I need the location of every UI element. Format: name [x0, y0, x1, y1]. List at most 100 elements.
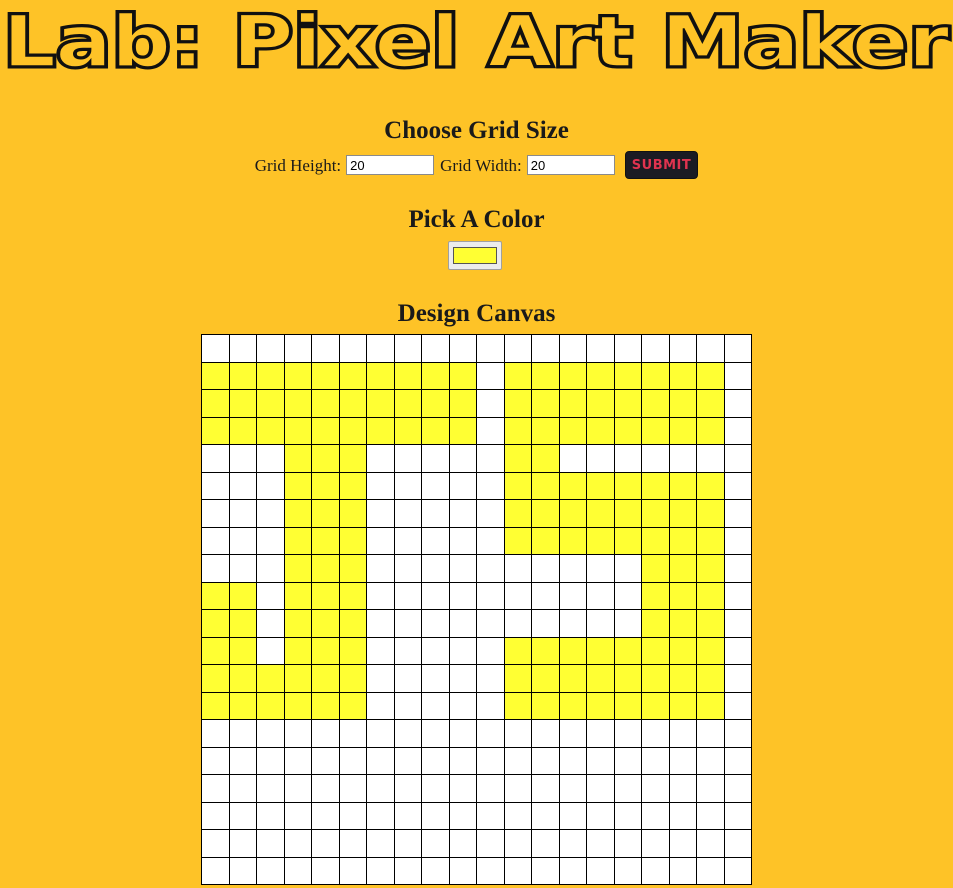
- canvas-cell[interactable]: [558, 526, 587, 555]
- canvas-cell[interactable]: [503, 361, 532, 390]
- canvas-cell[interactable]: [256, 774, 285, 803]
- canvas-cell[interactable]: [366, 334, 395, 363]
- canvas-cell[interactable]: [613, 526, 642, 555]
- canvas-cell[interactable]: [201, 801, 230, 830]
- canvas-cell[interactable]: [586, 416, 615, 445]
- canvas-cell[interactable]: [311, 581, 340, 610]
- canvas-cell[interactable]: [201, 581, 230, 610]
- canvas-cell[interactable]: [723, 499, 752, 528]
- canvas-cell[interactable]: [393, 774, 422, 803]
- canvas-cell[interactable]: [531, 719, 560, 748]
- canvas-cell[interactable]: [696, 389, 725, 418]
- canvas-cell[interactable]: [503, 856, 532, 885]
- canvas-cell[interactable]: [421, 444, 450, 473]
- canvas-cell[interactable]: [228, 389, 257, 418]
- canvas-cell[interactable]: [641, 774, 670, 803]
- canvas-cell[interactable]: [476, 746, 505, 775]
- canvas-cell[interactable]: [393, 636, 422, 665]
- canvas-cell[interactable]: [586, 554, 615, 583]
- canvas-cell[interactable]: [283, 444, 312, 473]
- canvas-cell[interactable]: [558, 361, 587, 390]
- canvas-cell[interactable]: [228, 746, 257, 775]
- canvas-cell[interactable]: [723, 609, 752, 638]
- canvas-cell[interactable]: [393, 361, 422, 390]
- canvas-cell[interactable]: [448, 499, 477, 528]
- canvas-cell[interactable]: [696, 334, 725, 363]
- canvas-cell[interactable]: [586, 609, 615, 638]
- canvas-cell[interactable]: [283, 526, 312, 555]
- canvas-cell[interactable]: [586, 361, 615, 390]
- canvas-cell[interactable]: [586, 636, 615, 665]
- canvas-cell[interactable]: [366, 389, 395, 418]
- canvas-cell[interactable]: [311, 416, 340, 445]
- canvas-cell[interactable]: [256, 526, 285, 555]
- canvas-cell[interactable]: [228, 554, 257, 583]
- canvas-cell[interactable]: [531, 746, 560, 775]
- canvas-cell[interactable]: [448, 746, 477, 775]
- canvas-cell[interactable]: [421, 499, 450, 528]
- canvas-cell[interactable]: [613, 499, 642, 528]
- canvas-cell[interactable]: [448, 581, 477, 610]
- canvas-cell[interactable]: [696, 499, 725, 528]
- canvas-cell[interactable]: [668, 636, 697, 665]
- canvas-cell[interactable]: [393, 746, 422, 775]
- canvas-cell[interactable]: [476, 389, 505, 418]
- canvas-cell[interactable]: [366, 471, 395, 500]
- canvas-cell[interactable]: [613, 416, 642, 445]
- canvas-cell[interactable]: [393, 829, 422, 858]
- canvas-cell[interactable]: [448, 829, 477, 858]
- canvas-cell[interactable]: [476, 554, 505, 583]
- canvas-cell[interactable]: [476, 829, 505, 858]
- canvas-cell[interactable]: [531, 774, 560, 803]
- canvas-cell[interactable]: [228, 856, 257, 885]
- canvas-cell[interactable]: [256, 581, 285, 610]
- canvas-cell[interactable]: [338, 554, 367, 583]
- canvas-cell[interactable]: [311, 636, 340, 665]
- canvas-cell[interactable]: [228, 526, 257, 555]
- canvas-cell[interactable]: [393, 526, 422, 555]
- canvas-cell[interactable]: [696, 719, 725, 748]
- canvas-cell[interactable]: [641, 801, 670, 830]
- canvas-cell[interactable]: [201, 499, 230, 528]
- canvas-cell[interactable]: [641, 691, 670, 720]
- canvas-cell[interactable]: [641, 416, 670, 445]
- canvas-cell[interactable]: [201, 636, 230, 665]
- canvas-cell[interactable]: [641, 719, 670, 748]
- canvas-cell[interactable]: [311, 471, 340, 500]
- canvas-cell[interactable]: [283, 471, 312, 500]
- canvas-cell[interactable]: [228, 636, 257, 665]
- canvas-cell[interactable]: [558, 856, 587, 885]
- canvas-cell[interactable]: [311, 691, 340, 720]
- canvas-cell[interactable]: [503, 609, 532, 638]
- canvas-cell[interactable]: [476, 361, 505, 390]
- canvas-cell[interactable]: [503, 499, 532, 528]
- canvas-cell[interactable]: [723, 691, 752, 720]
- canvas-cell[interactable]: [311, 829, 340, 858]
- canvas-cell[interactable]: [338, 334, 367, 363]
- canvas-cell[interactable]: [421, 856, 450, 885]
- canvas-cell[interactable]: [393, 389, 422, 418]
- canvas-cell[interactable]: [393, 581, 422, 610]
- canvas-cell[interactable]: [586, 444, 615, 473]
- canvas-cell[interactable]: [503, 471, 532, 500]
- canvas-cell[interactable]: [201, 856, 230, 885]
- canvas-cell[interactable]: [311, 334, 340, 363]
- canvas-cell[interactable]: [696, 829, 725, 858]
- canvas-cell[interactable]: [421, 389, 450, 418]
- canvas-cell[interactable]: [256, 746, 285, 775]
- canvas-cell[interactable]: [338, 856, 367, 885]
- canvas-cell[interactable]: [586, 774, 615, 803]
- canvas-cell[interactable]: [531, 664, 560, 693]
- canvas-cell[interactable]: [531, 416, 560, 445]
- canvas-cell[interactable]: [448, 801, 477, 830]
- canvas-cell[interactable]: [641, 554, 670, 583]
- canvas-cell[interactable]: [201, 416, 230, 445]
- canvas-cell[interactable]: [668, 746, 697, 775]
- canvas-cell[interactable]: [531, 691, 560, 720]
- canvas-cell[interactable]: [256, 829, 285, 858]
- grid-width-input[interactable]: [526, 155, 615, 175]
- canvas-cell[interactable]: [366, 416, 395, 445]
- canvas-cell[interactable]: [338, 691, 367, 720]
- canvas-cell[interactable]: [668, 389, 697, 418]
- canvas-cell[interactable]: [338, 471, 367, 500]
